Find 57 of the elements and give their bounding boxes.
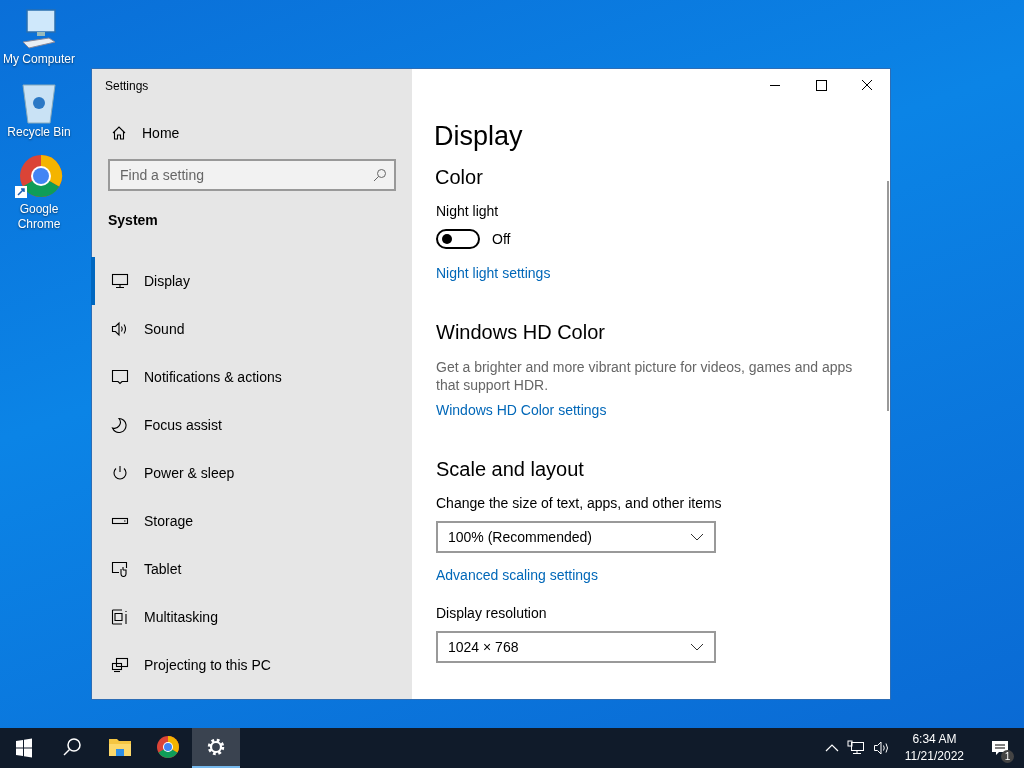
power-icon [111,465,129,481]
scrollbar[interactable] [887,181,889,411]
folder-icon [108,737,132,757]
nav-item[interactable]: Power & sleep [91,449,412,497]
gear-icon [206,737,226,757]
clock-date: 11/21/2022 [904,748,964,765]
nav-item[interactable]: Storage [91,497,412,545]
section-heading: Scale and layout [436,458,584,481]
clock[interactable]: 6:34 AM 11/21/2022 [898,731,970,765]
section-heading: Windows HD Color [436,321,605,344]
chevron-up-icon[interactable] [824,743,839,753]
chevron-down-icon [690,643,704,651]
toggle-state: Off [492,231,511,247]
focus-icon [111,417,129,433]
sound-icon [111,321,129,337]
nav-item[interactable]: Display [91,257,412,305]
nav-item[interactable]: Tablet [91,545,412,593]
nav-item[interactable]: Notifications & actions [91,353,412,401]
settings-taskbar-button[interactable] [192,728,240,768]
nav-item[interactable]: Multitasking [91,593,412,641]
volume-icon[interactable] [872,740,891,756]
setting-label: Night light [436,203,499,219]
notifications-icon [111,369,129,385]
search-field[interactable]: Find a setting [108,159,396,191]
night-light-settings-link[interactable]: Night light settings [436,265,551,281]
action-center-button[interactable]: 1 [984,728,1016,768]
nav-item[interactable]: Projecting to this PC [91,641,412,689]
search-icon [373,168,387,182]
clock-time: 6:34 AM [912,731,957,748]
section-heading: System [107,211,159,230]
desktop-icon-label[interactable]: My Computer [1,52,77,67]
section-heading: Color [435,166,483,189]
home-icon [111,125,127,141]
window-title: Settings [104,78,150,95]
display-icon [111,273,129,289]
multitasking-icon [111,609,129,625]
setting-label: Change the size of text, apps, and other items [436,495,722,511]
nav-item[interactable]: Focus assist [91,401,412,449]
setting-label: Display resolution [436,605,547,621]
night-light-toggle[interactable] [436,229,480,249]
home-nav-item[interactable]: Home [91,113,412,153]
description-text: Get a brighter and more vibrant picture for videos, games and apps that support HDR. [436,358,854,394]
projecting-icon [111,657,129,673]
nav-item[interactable]: Sound [91,305,412,353]
hd-color-settings-link[interactable]: Windows HD Color settings [436,402,607,418]
notification-count: 1 [1001,750,1014,763]
tablet-icon [111,561,129,577]
chevron-down-icon [690,533,704,541]
page-title: Display [434,121,523,152]
chrome-icon [156,735,180,759]
recycle-bin-icon[interactable] [19,81,59,125]
advanced-scaling-link[interactable]: Advanced scaling settings [436,567,598,583]
desktop-icon-label[interactable]: Google Chrome [0,202,78,232]
desktop-icon-label[interactable]: Recycle Bin [5,125,73,140]
resolution-dropdown[interactable]: 1024 × 768 [436,631,716,663]
network-icon[interactable] [846,740,865,756]
scale-dropdown[interactable]: 100% (Recommended) [436,521,716,553]
